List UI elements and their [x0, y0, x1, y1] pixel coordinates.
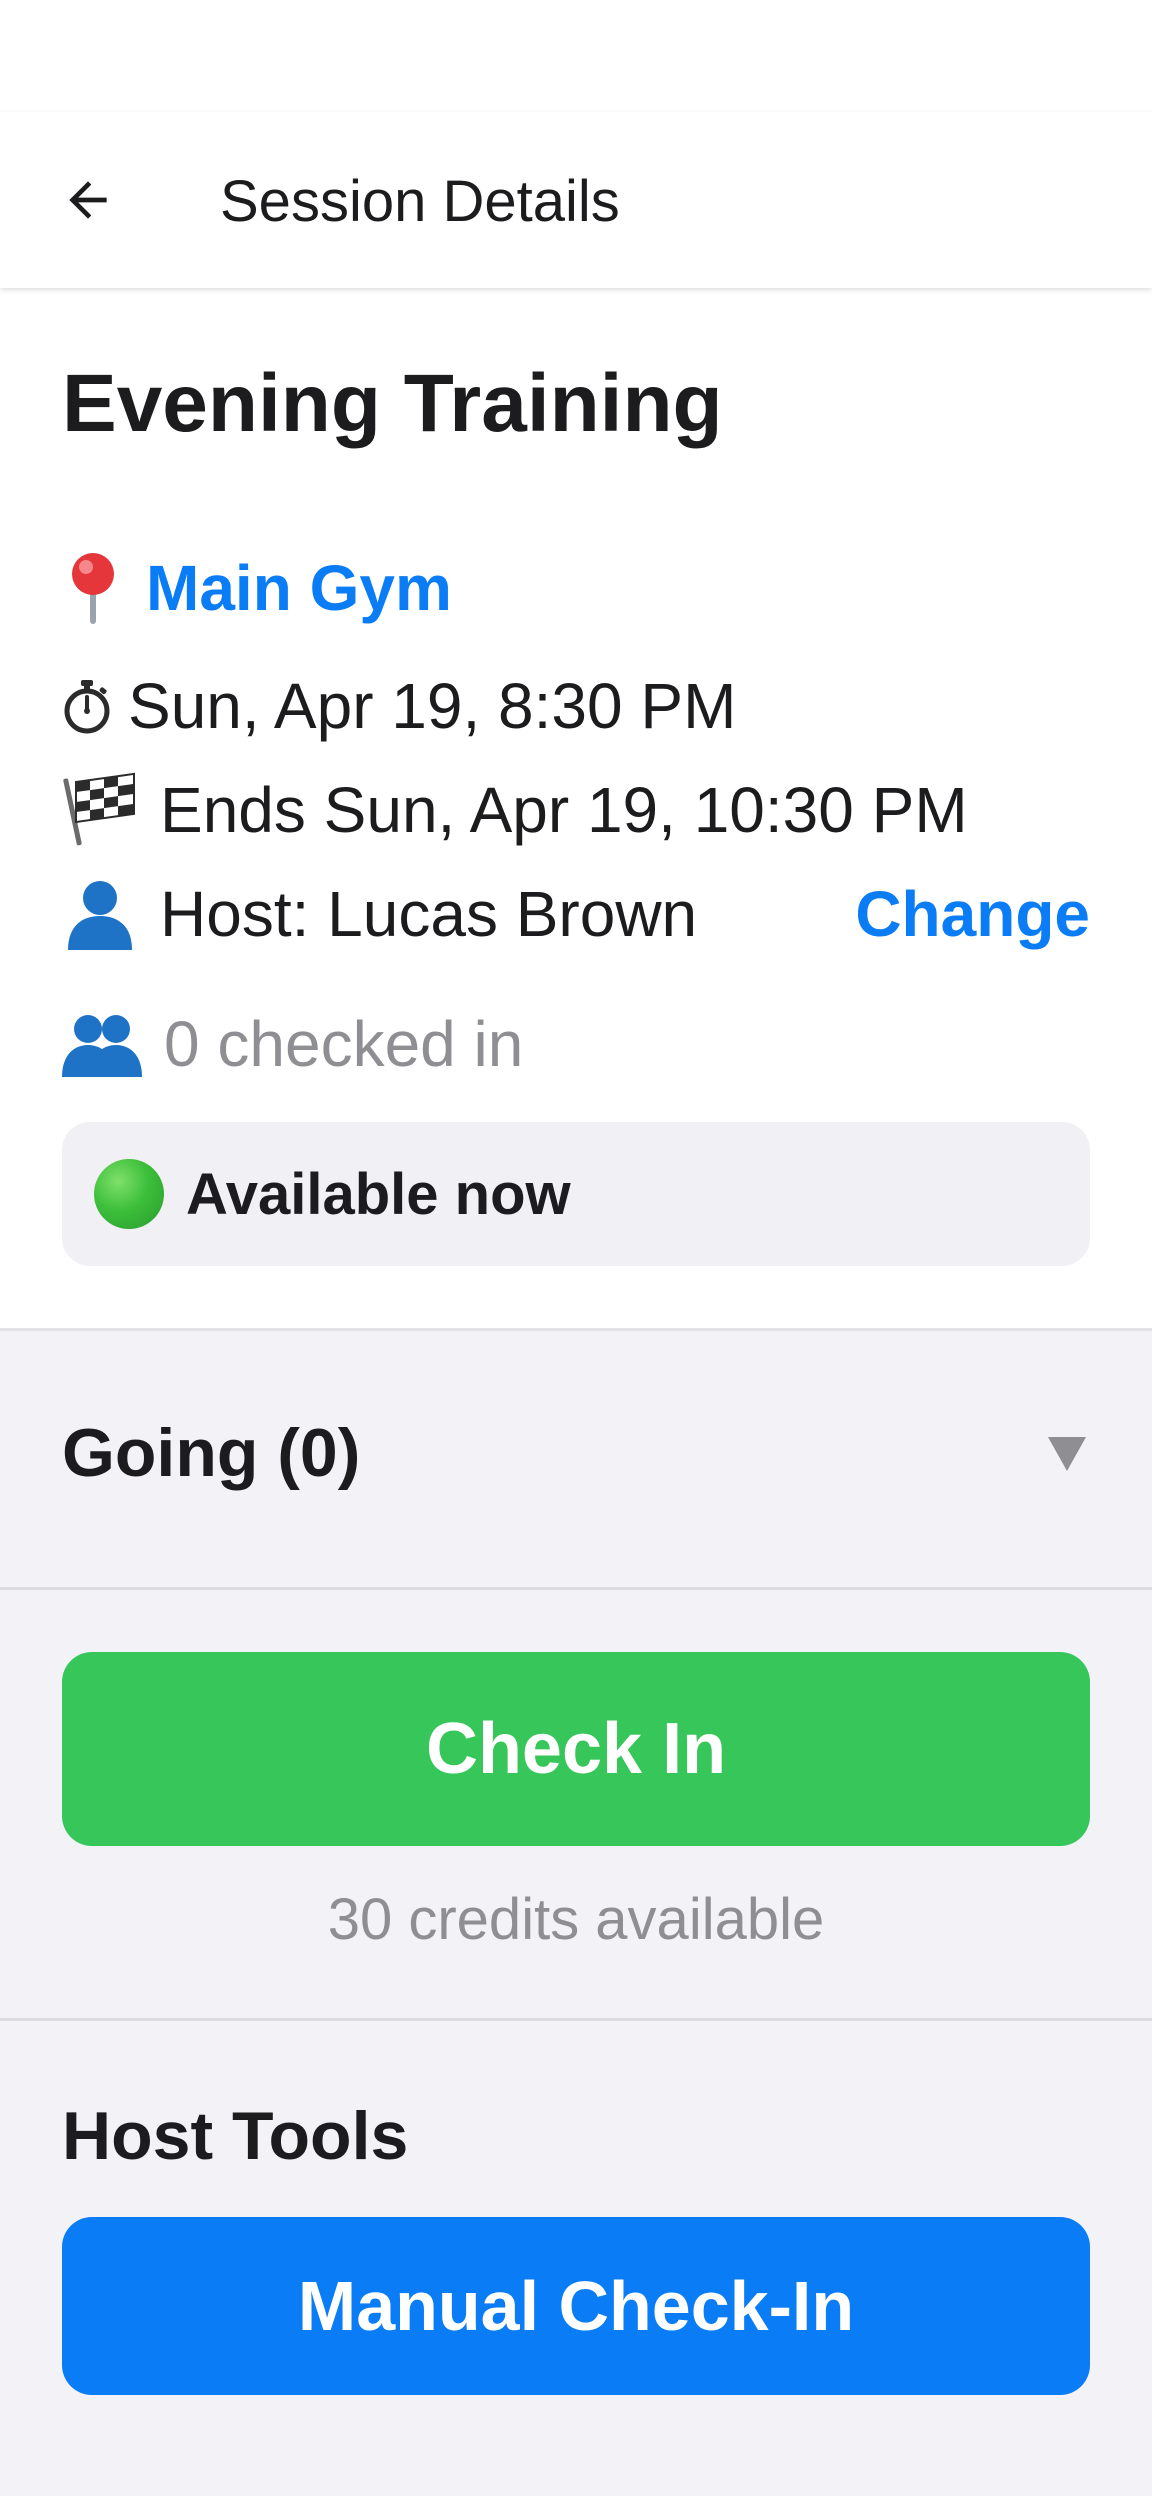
availability-text: Available now — [186, 1161, 571, 1227]
green-circle-icon — [94, 1159, 164, 1229]
check-in-button[interactable]: Check In — [62, 1652, 1090, 1846]
location-link[interactable]: Main Gym — [146, 546, 452, 630]
manual-check-in-button[interactable]: Manual Check-In — [62, 2217, 1090, 2395]
start-time-text: Sun, Apr 19, 8:30 PM — [128, 670, 737, 742]
session-details-card: Evening Training Main Gym Sun, Apr 19, 8… — [0, 288, 1152, 1331]
checkin-section: Check In 30 credits available — [0, 1590, 1152, 2021]
page-title: Session Details — [220, 169, 620, 234]
stopwatch-icon — [62, 678, 112, 734]
checked-in-row: 0 checked in — [62, 1002, 523, 1086]
checkered-flag-icon — [62, 772, 138, 848]
triangle-down-icon — [1048, 1437, 1086, 1471]
change-host-link[interactable]: Change — [855, 872, 1090, 956]
session-title: Evening Training — [62, 358, 723, 449]
users-icon — [62, 1009, 142, 1079]
going-section-header[interactable]: Going (0) — [0, 1331, 1152, 1590]
host-row: Host: Lucas Brown — [62, 872, 697, 956]
user-icon — [62, 876, 138, 952]
host-name-text: Host: Lucas Brown — [160, 878, 698, 950]
checked-in-count: 0 checked in — [164, 1008, 524, 1080]
end-time-row: Ends Sun, Apr 19, 10:30 PM — [62, 768, 968, 852]
availability-status-box: Available now — [62, 1122, 1090, 1266]
end-time-text: Ends Sun, Apr 19, 10:30 PM — [160, 774, 968, 846]
status-bar — [0, 0, 1152, 112]
credits-available-text: 30 credits available — [327, 1887, 825, 1952]
location-row: Main Gym — [62, 546, 452, 630]
start-time-row: Sun, Apr 19, 8:30 PM — [62, 664, 736, 748]
host-tools-title: Host Tools — [62, 2098, 409, 2174]
app-bar: Session Details — [0, 112, 1152, 288]
arrow-left-icon — [69, 181, 107, 219]
back-button[interactable] — [40, 152, 136, 248]
host-tools-section: Host Tools Manual Check-In — [0, 2021, 1152, 2496]
going-title: Going (0) — [62, 1415, 361, 1491]
pin-icon — [62, 550, 124, 626]
